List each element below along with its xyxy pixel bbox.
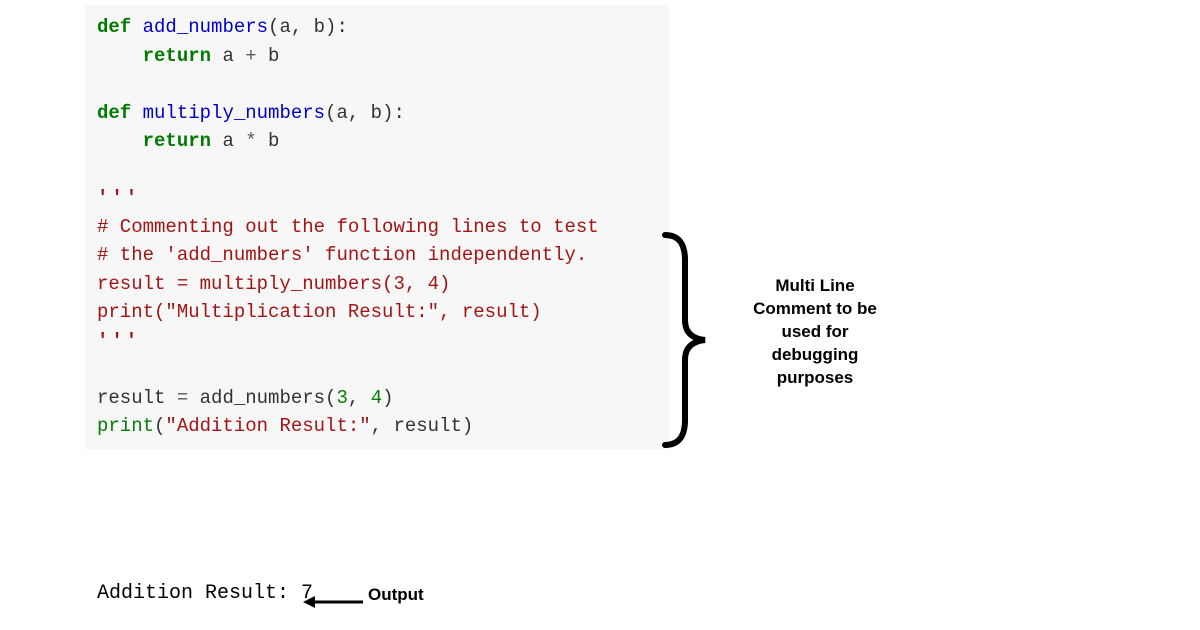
arrow-left-icon bbox=[303, 595, 365, 609]
builtin-print: print bbox=[97, 415, 154, 437]
comment-line: print( bbox=[97, 301, 165, 323]
keyword-def: def bbox=[97, 16, 131, 38]
signature: (a, b): bbox=[325, 102, 405, 124]
output-text: Addition Result: 7 bbox=[97, 582, 313, 605]
curly-brace-icon bbox=[655, 230, 715, 450]
code-block: def add_numbers(a, b): return a + b def … bbox=[85, 5, 669, 449]
function-name: multiply_numbers bbox=[143, 102, 325, 124]
keyword-def: def bbox=[97, 102, 131, 124]
comment-line: # Commenting out the following lines to … bbox=[97, 216, 599, 238]
triple-quote: ''' bbox=[97, 330, 140, 352]
keyword-return: return bbox=[143, 130, 211, 152]
keyword-return: return bbox=[143, 45, 211, 67]
output-label: Output bbox=[368, 585, 424, 605]
function-name: add_numbers bbox=[143, 16, 268, 38]
triple-quote: ''' bbox=[97, 187, 140, 209]
comment-line: # the 'add_numbers' function independent… bbox=[97, 244, 587, 266]
comment-line: result = multiply_numbers(3, 4) bbox=[97, 273, 450, 295]
signature: (a, b): bbox=[268, 16, 348, 38]
annotation-label: Multi Line Comment to be used for debugg… bbox=[740, 275, 890, 390]
